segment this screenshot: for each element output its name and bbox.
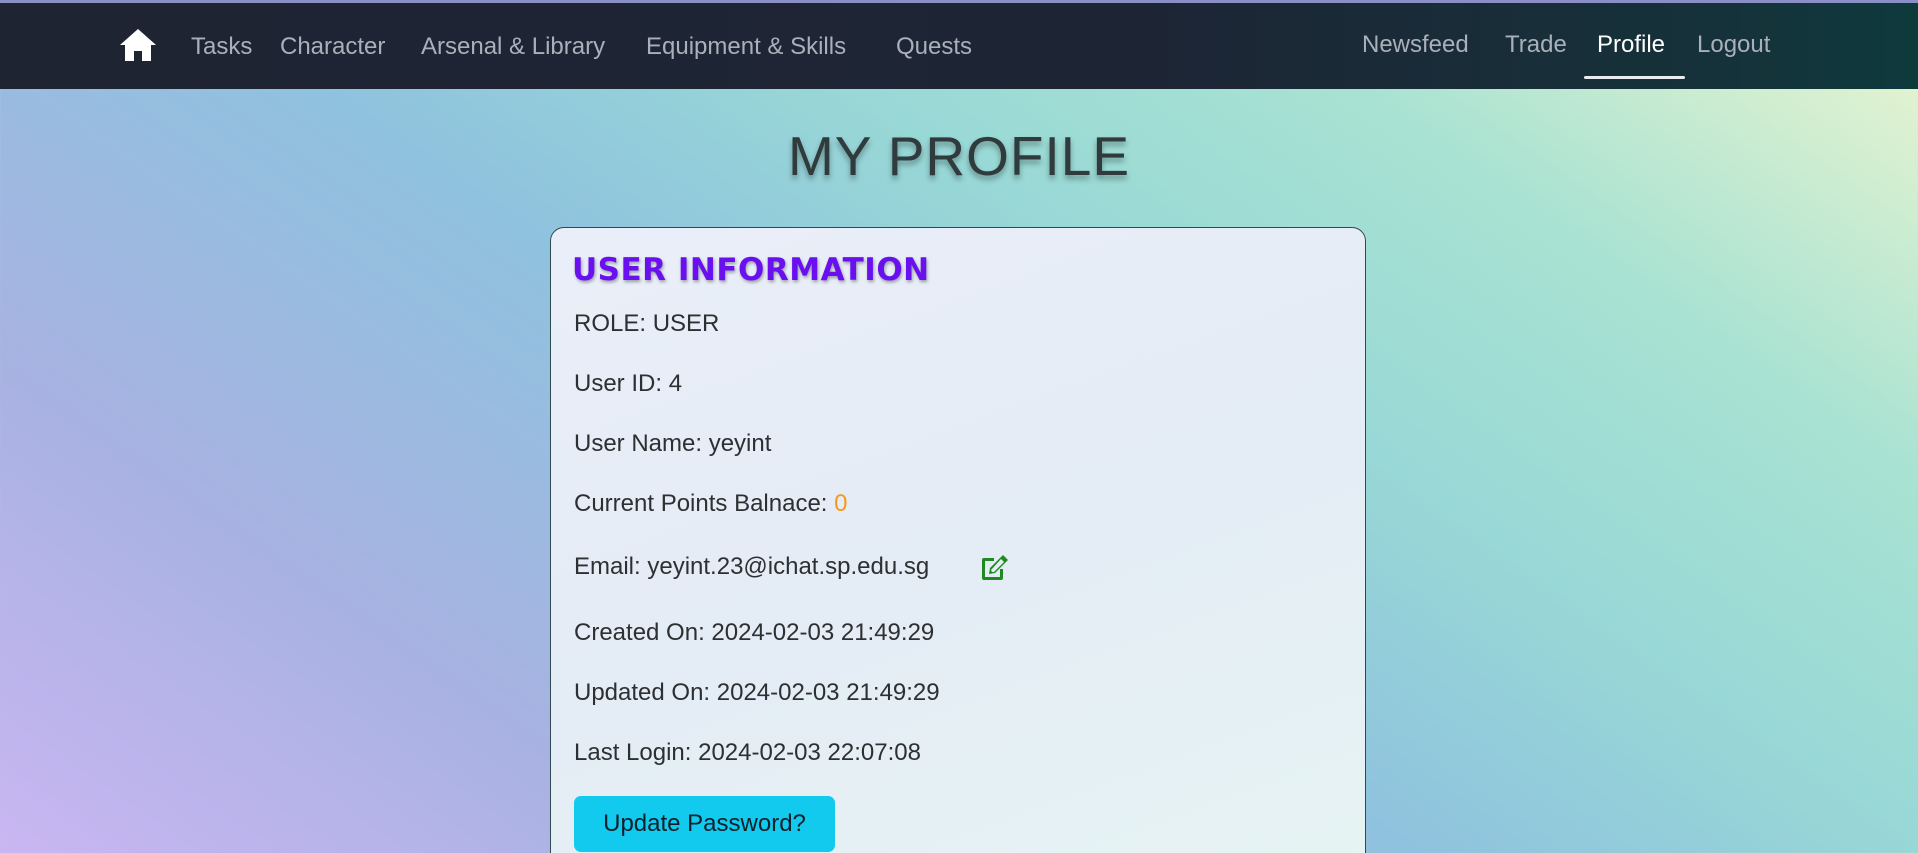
email-label: Email:	[574, 553, 648, 580]
nav-link-trade[interactable]: Trade	[1505, 31, 1567, 59]
last-login-value: 2024-02-03 22:07:08	[698, 739, 921, 766]
updated-row: Updated On: 2024-02-03 21:49:29	[574, 679, 940, 707]
points-value: 0	[834, 490, 848, 517]
home-icon	[120, 29, 156, 61]
user-information-heading: USER INFORMATION	[572, 252, 930, 288]
email-row: Email: yeyint.23@ichat.sp.edu.sg	[574, 553, 929, 581]
update-password-button[interactable]: Update Password?	[574, 796, 835, 852]
nav-link-equipment-skills[interactable]: Equipment & Skills	[646, 33, 846, 61]
nav-link-logout[interactable]: Logout	[1697, 31, 1770, 59]
nav-link-tasks[interactable]: Tasks	[191, 33, 252, 61]
user-name-row: User Name: yeyint	[574, 430, 771, 458]
nav-link-character[interactable]: Character	[280, 33, 385, 61]
created-label: Created On:	[574, 619, 712, 646]
active-nav-underline	[1584, 76, 1685, 79]
email-value: yeyint.23@ichat.sp.edu.sg	[647, 553, 930, 580]
points-label: Current Points Balnace:	[574, 490, 835, 517]
created-row: Created On: 2024-02-03 21:49:29	[574, 619, 934, 647]
nav-link-newsfeed[interactable]: Newsfeed	[1362, 31, 1469, 59]
user-id-label: User ID:	[574, 370, 669, 397]
page-title: MY PROFILE	[787, 125, 1131, 187]
nav-link-profile[interactable]: Profile	[1597, 31, 1665, 59]
last-login-row: Last Login: 2024-02-03 22:07:08	[574, 739, 921, 767]
last-login-label: Last Login:	[574, 739, 699, 766]
updated-label: Updated On:	[574, 679, 717, 706]
user-id-row: User ID: 4	[574, 370, 682, 398]
top-navbar: Tasks Character Arsenal & Library Equipm…	[0, 3, 1918, 89]
edit-email-button[interactable]	[979, 554, 1009, 582]
edit-icon	[982, 555, 1008, 580]
user-name-label: User Name:	[574, 430, 709, 457]
user-name-value: yeyint	[708, 430, 772, 457]
updated-value: 2024-02-03 21:49:29	[716, 679, 940, 706]
points-row: Current Points Balnace: 0	[574, 490, 848, 518]
role-row: ROLE: USER	[574, 310, 719, 338]
nav-link-arsenal-library[interactable]: Arsenal & Library	[421, 33, 605, 61]
created-value: 2024-02-03 21:49:29	[711, 619, 935, 646]
role-value: USER	[652, 310, 720, 337]
role-label: ROLE:	[574, 310, 653, 337]
nav-link-quests[interactable]: Quests	[896, 33, 972, 61]
home-button[interactable]	[118, 27, 158, 65]
user-id-value: 4	[668, 370, 683, 397]
